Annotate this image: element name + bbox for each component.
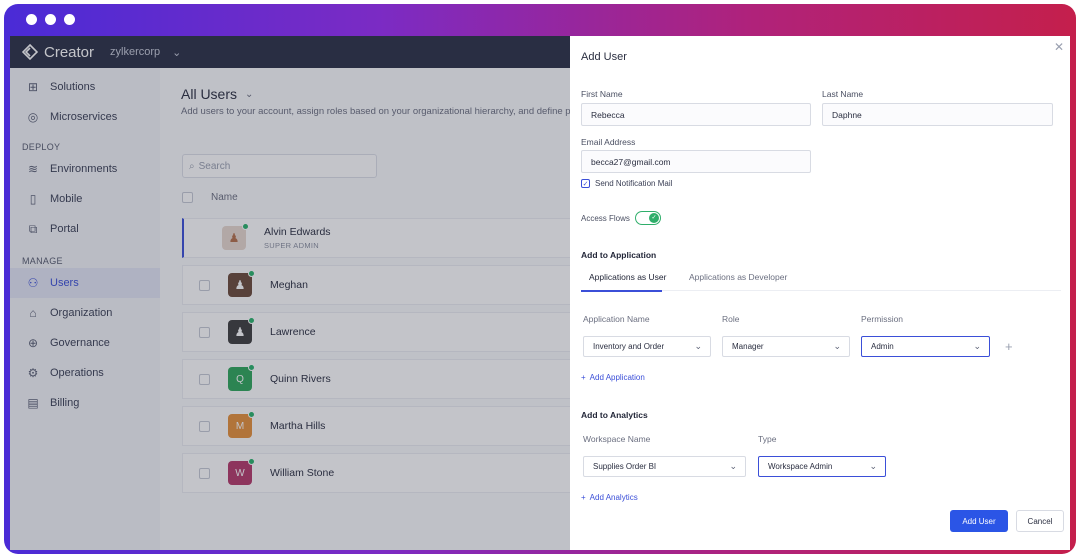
first-name-field[interactable]: Rebecca	[581, 103, 811, 126]
add-user-panel: ✕ Add User First Name Rebecca Last Name …	[570, 36, 1070, 550]
chevron-down-icon: ⌄	[694, 341, 702, 351]
role-column: Role	[722, 314, 740, 324]
minimize-window-dot[interactable]	[45, 14, 56, 25]
permission-value: Admin	[871, 342, 894, 351]
first-name-label: First Name	[581, 89, 623, 99]
last-name-label: Last Name	[822, 89, 864, 99]
access-flows-toggle[interactable]: ✓	[635, 211, 661, 225]
workspace-name-column: Workspace Name	[583, 434, 651, 444]
maximize-window-dot[interactable]	[64, 14, 75, 25]
application-name-value: Inventory and Order	[593, 342, 665, 351]
type-select[interactable]: Workspace Admin ⌄	[758, 456, 886, 477]
active-tab-indicator	[581, 290, 662, 292]
add-row-icon[interactable]: +	[1005, 339, 1013, 354]
role-select[interactable]: Manager ⌄	[722, 336, 850, 357]
chevron-down-icon: ⌄	[869, 461, 877, 471]
close-icon[interactable]: ✕	[1054, 40, 1064, 54]
type-value: Workspace Admin	[768, 462, 833, 471]
workspace-name-select[interactable]: Supplies Order BI ⌄	[583, 456, 746, 477]
add-application-link[interactable]: + Add Application	[581, 373, 645, 382]
permission-column: Permission	[861, 314, 904, 324]
role-value: Manager	[732, 342, 764, 351]
chevron-down-icon: ⌄	[729, 461, 737, 471]
plus-icon: +	[581, 373, 586, 382]
chevron-down-icon: ⌄	[833, 341, 841, 351]
window-controls	[26, 14, 75, 25]
application-name-column: Application Name	[583, 314, 650, 324]
check-icon: ✓	[581, 179, 590, 188]
add-analytics-label: Add Analytics	[589, 493, 638, 502]
tab-applications-as-developer[interactable]: Applications as Developer	[689, 272, 787, 282]
send-notification-checkbox[interactable]: ✓ Send Notification Mail	[581, 179, 672, 188]
application-name-select[interactable]: Inventory and Order ⌄	[583, 336, 711, 357]
add-analytics-link[interactable]: + Add Analytics	[581, 493, 638, 502]
email-field[interactable]: becca27@gmail.com	[581, 150, 811, 173]
close-window-dot[interactable]	[26, 14, 37, 25]
check-icon: ✓	[649, 212, 659, 223]
cancel-button[interactable]: Cancel	[1016, 510, 1064, 532]
type-column: Type	[758, 434, 777, 444]
plus-icon: +	[581, 493, 586, 502]
workspace-name-value: Supplies Order BI	[593, 462, 657, 471]
add-application-label: Add Application	[589, 373, 645, 382]
app-window: Creator zylkercorp ⌄ ⊞ Solutions ◎ Micro…	[10, 36, 1070, 550]
add-to-analytics-heading: Add to Analytics	[581, 410, 648, 420]
panel-title: Add User	[581, 51, 627, 63]
application-tabs: Applications as User Applications as Dev…	[581, 266, 1061, 292]
add-user-button[interactable]: Add User	[950, 510, 1008, 532]
last-name-field[interactable]: Daphne	[822, 103, 1053, 126]
chevron-down-icon: ⌄	[973, 341, 981, 351]
window-frame: Creator zylkercorp ⌄ ⊞ Solutions ◎ Micro…	[4, 4, 1076, 554]
access-flows-label: Access Flows	[581, 214, 630, 223]
email-label: Email Address	[581, 137, 636, 147]
modal-backdrop[interactable]	[10, 36, 570, 550]
permission-select[interactable]: Admin ⌄	[861, 336, 990, 357]
add-to-application-heading: Add to Application	[581, 250, 657, 260]
send-notification-label: Send Notification Mail	[595, 179, 673, 188]
tab-applications-as-user[interactable]: Applications as User	[589, 272, 666, 282]
